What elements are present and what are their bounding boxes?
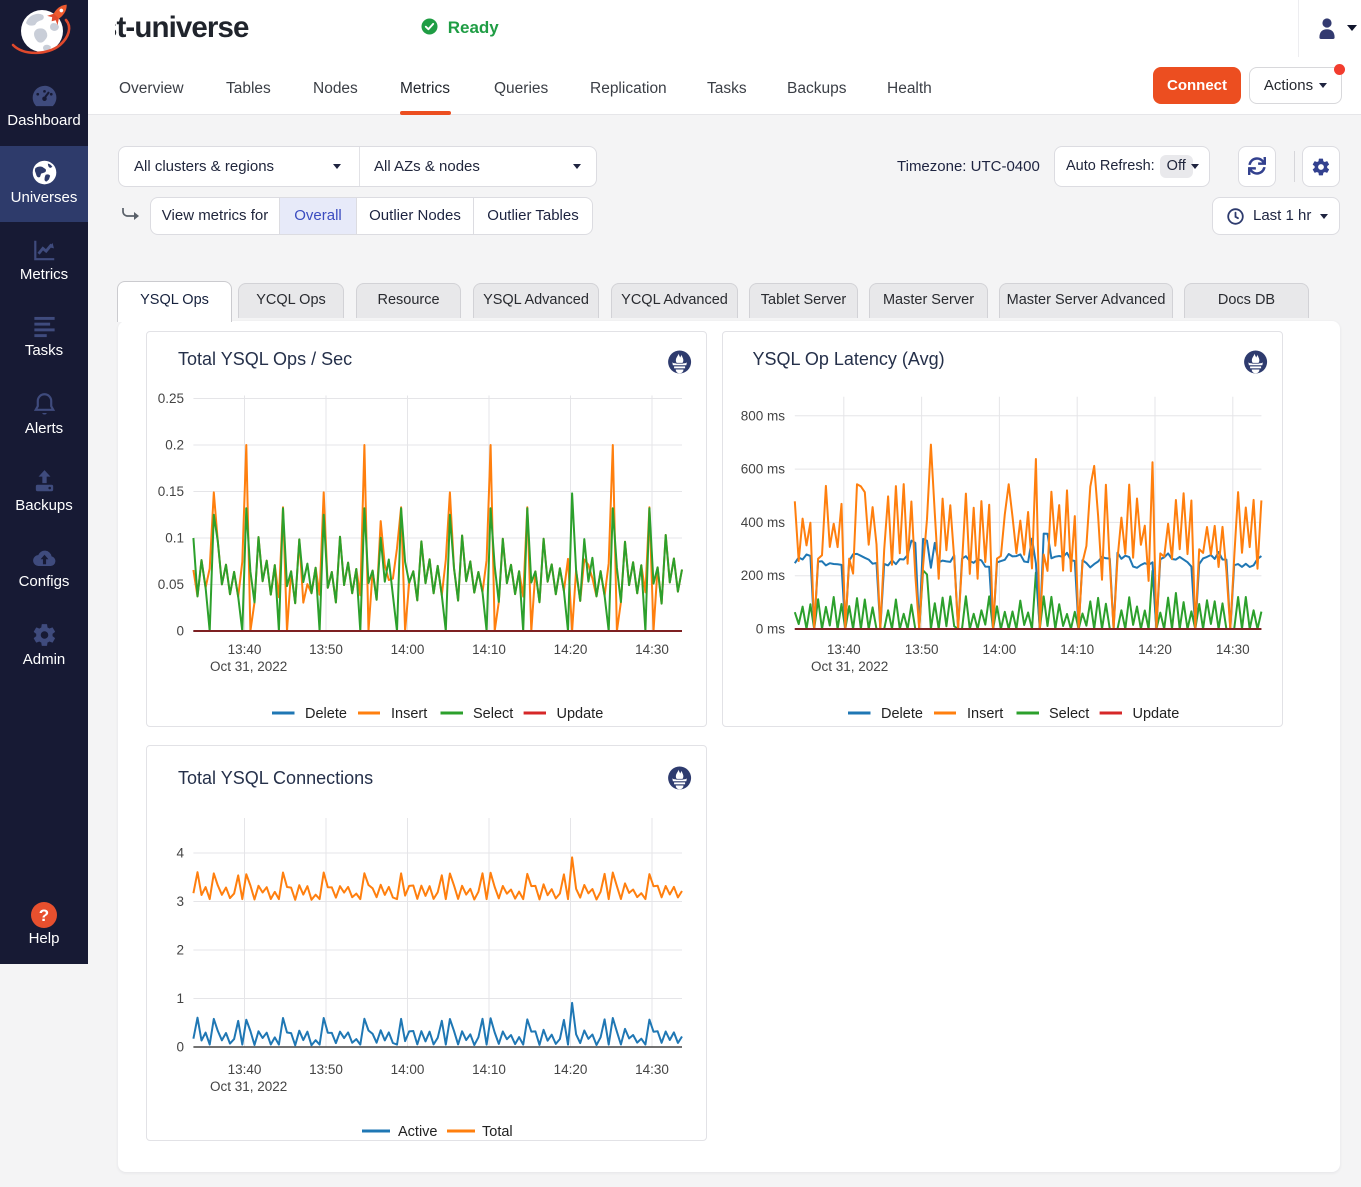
svg-text:4: 4: [176, 846, 184, 861]
svg-text:3: 3: [176, 894, 184, 909]
svg-text:14:30: 14:30: [635, 642, 669, 657]
svg-text:13:40: 13:40: [228, 642, 262, 657]
svg-text:Total YSQL Ops / Sec: Total YSQL Ops / Sec: [178, 349, 352, 369]
svg-text:0.2: 0.2: [165, 438, 184, 453]
svg-text:14:00: 14:00: [983, 642, 1017, 657]
svg-text:Update: Update: [557, 706, 604, 722]
svg-text:13:50: 13:50: [905, 642, 939, 657]
svg-text:Delete: Delete: [881, 706, 923, 722]
svg-text:200 ms: 200 ms: [741, 568, 786, 583]
svg-text:Delete: Delete: [305, 706, 347, 722]
svg-text:2: 2: [176, 943, 184, 958]
svg-text:13:50: 13:50: [309, 1062, 343, 1077]
svg-text:?: ?: [39, 906, 49, 925]
svg-text:0: 0: [176, 624, 184, 639]
svg-text:0.15: 0.15: [158, 484, 184, 499]
svg-text:14:10: 14:10: [472, 1062, 506, 1077]
svg-text:13:40: 13:40: [827, 642, 861, 657]
svg-text:13:50: 13:50: [309, 642, 343, 657]
svg-text:Total: Total: [482, 1124, 513, 1140]
svg-text:14:10: 14:10: [1060, 642, 1094, 657]
svg-text:14:20: 14:20: [554, 642, 588, 657]
svg-text:Insert: Insert: [391, 706, 427, 722]
svg-text:Oct 31, 2022: Oct 31, 2022: [210, 1079, 287, 1094]
svg-text:14:10: 14:10: [472, 642, 506, 657]
svg-text:Select: Select: [473, 706, 513, 722]
svg-text:800 ms: 800 ms: [741, 408, 786, 423]
svg-text:14:20: 14:20: [1138, 642, 1172, 657]
svg-text:13:40: 13:40: [228, 1062, 262, 1077]
svg-text:0.25: 0.25: [158, 391, 184, 406]
svg-text:14:30: 14:30: [1216, 642, 1250, 657]
svg-text:Update: Update: [1133, 706, 1180, 722]
svg-text:14:00: 14:00: [391, 642, 425, 657]
svg-text:0.1: 0.1: [165, 531, 184, 546]
svg-text:Total YSQL Connections: Total YSQL Connections: [178, 768, 373, 788]
svg-text:600 ms: 600 ms: [741, 462, 786, 477]
svg-text:Active: Active: [398, 1124, 438, 1140]
svg-text:Oct 31, 2022: Oct 31, 2022: [210, 659, 287, 674]
svg-text:YSQL Op Latency (Avg): YSQL Op Latency (Avg): [753, 349, 945, 369]
svg-text:1: 1: [176, 991, 184, 1006]
svg-text:14:00: 14:00: [391, 1062, 425, 1077]
svg-text:0.05: 0.05: [158, 577, 184, 592]
svg-text:Oct 31, 2022: Oct 31, 2022: [811, 659, 888, 674]
svg-text:14:20: 14:20: [554, 1062, 588, 1077]
svg-text:Select: Select: [1049, 706, 1089, 722]
svg-text:0: 0: [176, 1040, 184, 1055]
svg-text:0 ms: 0 ms: [756, 622, 786, 637]
svg-text:14:30: 14:30: [635, 1062, 669, 1077]
svg-text:400 ms: 400 ms: [741, 515, 786, 530]
svg-text:Insert: Insert: [967, 706, 1003, 722]
